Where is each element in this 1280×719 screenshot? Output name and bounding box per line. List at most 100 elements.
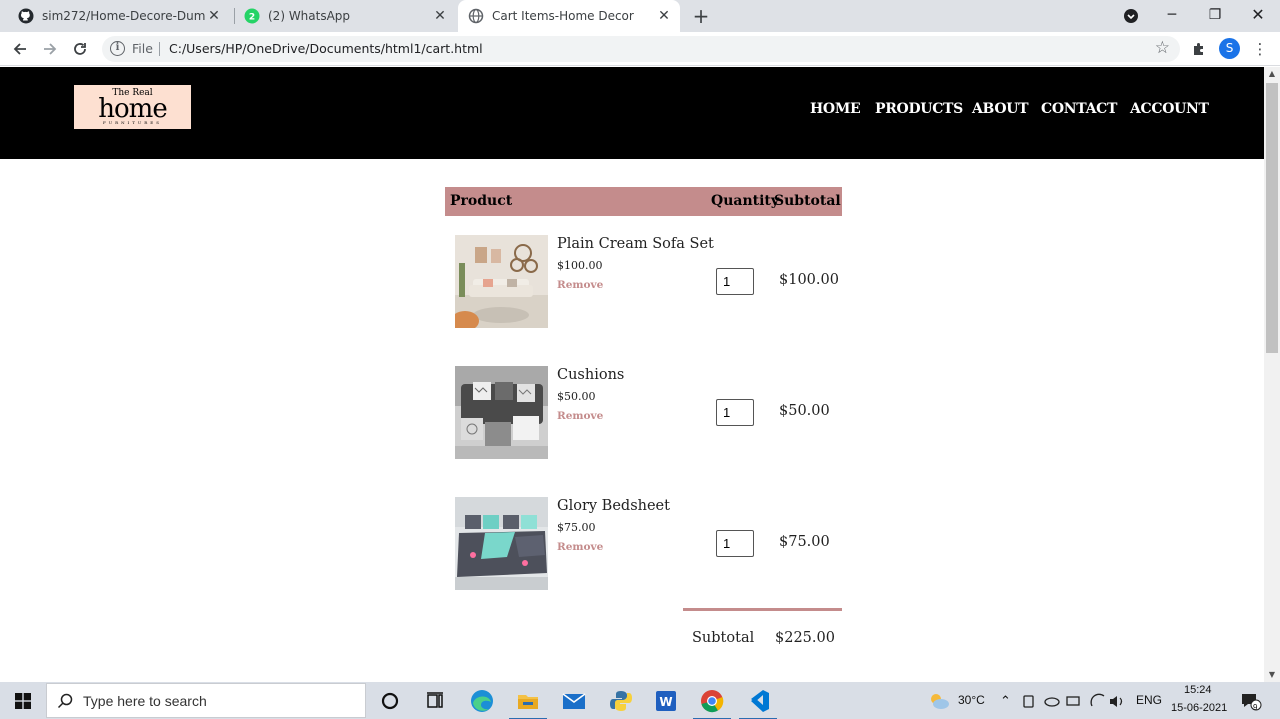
product-name: Glory Bedsheet <box>557 498 670 514</box>
nav-products[interactable]: PRODUCTS <box>875 101 963 117</box>
product-image-bedsheet <box>455 497 548 590</box>
tab-label: (2) WhatsApp <box>268 9 351 23</box>
chevron-up-icon[interactable]: ⌃ <box>1000 682 1011 719</box>
notification-count: 9 <box>1253 703 1258 712</box>
total-value: $225.00 <box>775 630 835 646</box>
nav-home[interactable]: HOME <box>810 101 861 117</box>
whatsapp-icon: 2 <box>244 8 260 24</box>
scroll-down-icon[interactable]: ▼ <box>1264 668 1280 682</box>
tab-divider <box>234 8 235 24</box>
logo-line-2: home <box>98 94 167 124</box>
svg-text:2: 2 <box>249 13 255 23</box>
chrome-icon[interactable] <box>693 686 731 719</box>
address-divider <box>159 42 160 56</box>
header-quantity: Quantity <box>711 193 780 209</box>
tab-search-button[interactable] <box>1109 0 1153 32</box>
close-icon[interactable]: ✕ <box>656 8 672 24</box>
product-name: Plain Cream Sofa Set <box>557 236 714 252</box>
tray-icons[interactable] <box>1022 682 1130 719</box>
forward-icon[interactable] <box>39 38 61 60</box>
cart-row: Glory Bedsheet $75.00 Remove 1 $75.00 <box>445 497 842 591</box>
remove-link[interactable]: Remove <box>557 410 603 422</box>
page-viewport: The Real home FURNITURES HOME PRODUCTS A… <box>0 67 1264 682</box>
chevron-down-icon <box>1124 9 1138 23</box>
tab-label: sim272/Home-Decore-Dummy-w <box>42 9 206 23</box>
weather-temperature[interactable]: 30°C <box>958 682 985 719</box>
logo-line-3: FURNITURES <box>103 120 162 125</box>
tab-whatsapp[interactable]: 2 (2) WhatsApp ✕ <box>236 0 456 32</box>
task-view-icon[interactable] <box>420 686 450 716</box>
browser-toolbar: i File C:/Users/HP/OneDrive/Documents/ht… <box>0 32 1280 66</box>
svg-text:W: W <box>659 695 672 709</box>
remove-link[interactable]: Remove <box>557 541 603 553</box>
product-price: $50.00 <box>557 390 596 403</box>
product-image-cushions <box>455 366 548 459</box>
remove-link[interactable]: Remove <box>557 279 603 291</box>
restore-button[interactable]: ❐ <box>1193 0 1237 32</box>
nav-about[interactable]: ABOUT <box>972 101 1029 117</box>
info-icon[interactable]: i <box>110 41 125 56</box>
product-image-sofa <box>455 235 548 328</box>
site-logo[interactable]: The Real home FURNITURES <box>74 85 191 129</box>
scheme-label: File <box>132 41 153 56</box>
tab-cart[interactable]: Cart Items-Home Decor ✕ <box>458 0 680 32</box>
mail-icon[interactable] <box>559 686 589 716</box>
quantity-input[interactable]: 1 <box>716 268 754 295</box>
row-subtotal: $50.00 <box>779 403 830 419</box>
tab-strip: sim272/Home-Decore-Dummy-w ✕ 2 (2) Whats… <box>0 0 1280 32</box>
reload-icon[interactable] <box>69 38 91 60</box>
clock-date[interactable]: 15-06-2021 <box>1171 690 1227 719</box>
cart-row: Cushions $50.00 Remove 1 $50.00 <box>445 366 842 460</box>
taskbar-search[interactable]: Type here to search <box>46 683 366 718</box>
page-scrollbar[interactable]: ▲ ▼ <box>1264 67 1280 682</box>
weather-icon[interactable] <box>928 682 950 719</box>
nav-contact[interactable]: CONTACT <box>1041 101 1117 117</box>
total-label: Subtotal <box>692 630 755 646</box>
quantity-input[interactable]: 1 <box>716 399 754 426</box>
extensions-icon[interactable] <box>1188 38 1210 60</box>
new-tab-button[interactable]: + <box>690 5 712 27</box>
search-placeholder: Type here to search <box>83 693 207 709</box>
scroll-up-icon[interactable]: ▲ <box>1264 67 1280 81</box>
profile-avatar[interactable]: S <box>1219 38 1240 59</box>
tab-label: Cart Items-Home Decor <box>492 9 634 23</box>
search-icon <box>57 693 73 709</box>
scrollbar-thumb[interactable] <box>1266 83 1278 353</box>
header-product: Product <box>450 193 513 209</box>
cart-row: Plain Cream Sofa Set $100.00 Remove 1 $1… <box>445 235 842 329</box>
back-icon[interactable] <box>9 38 31 60</box>
windows-taskbar: Type here to search W 30°C ⌃ ENG 15:24 1… <box>0 682 1280 719</box>
word-icon[interactable]: W <box>651 686 681 716</box>
quantity-input[interactable]: 1 <box>716 530 754 557</box>
close-icon[interactable]: ✕ <box>206 8 222 24</box>
product-price: $75.00 <box>557 521 596 534</box>
github-icon <box>18 8 34 24</box>
language-indicator[interactable]: ENG <box>1136 682 1162 719</box>
product-price: $100.00 <box>557 259 603 272</box>
url-text[interactable]: C:/Users/HP/OneDrive/Documents/html1/car… <box>169 41 483 56</box>
header-subtotal: Subtotal <box>774 193 841 209</box>
globe-icon <box>468 8 484 24</box>
vscode-icon[interactable] <box>739 686 777 719</box>
file-explorer-icon[interactable] <box>509 686 547 719</box>
product-name: Cushions <box>557 367 625 383</box>
minimize-button[interactable]: ─ <box>1150 0 1194 32</box>
start-button[interactable] <box>0 682 44 719</box>
address-bar[interactable]: i File C:/Users/HP/OneDrive/Documents/ht… <box>102 36 1180 62</box>
menu-kebab-icon[interactable]: ⋮ <box>1249 38 1271 60</box>
bookmark-star-icon[interactable]: ☆ <box>1155 38 1170 58</box>
close-icon[interactable]: ✕ <box>432 8 448 24</box>
nav-account[interactable]: ACCOUNT <box>1130 101 1209 117</box>
edge-icon[interactable] <box>467 686 497 716</box>
row-subtotal: $75.00 <box>779 534 830 550</box>
tab-github[interactable]: sim272/Home-Decore-Dummy-w ✕ <box>8 0 230 32</box>
notification-icon[interactable] <box>1240 682 1262 719</box>
site-header: The Real home FURNITURES HOME PRODUCTS A… <box>0 67 1264 159</box>
cortana-icon[interactable] <box>375 686 405 716</box>
cart-header-row: Product Quantity Subtotal <box>445 187 842 216</box>
total-divider <box>683 608 842 611</box>
windows-logo-icon <box>15 693 31 709</box>
python-icon[interactable] <box>606 686 636 716</box>
close-window-button[interactable]: ✕ <box>1236 0 1280 32</box>
row-subtotal: $100.00 <box>779 272 839 288</box>
